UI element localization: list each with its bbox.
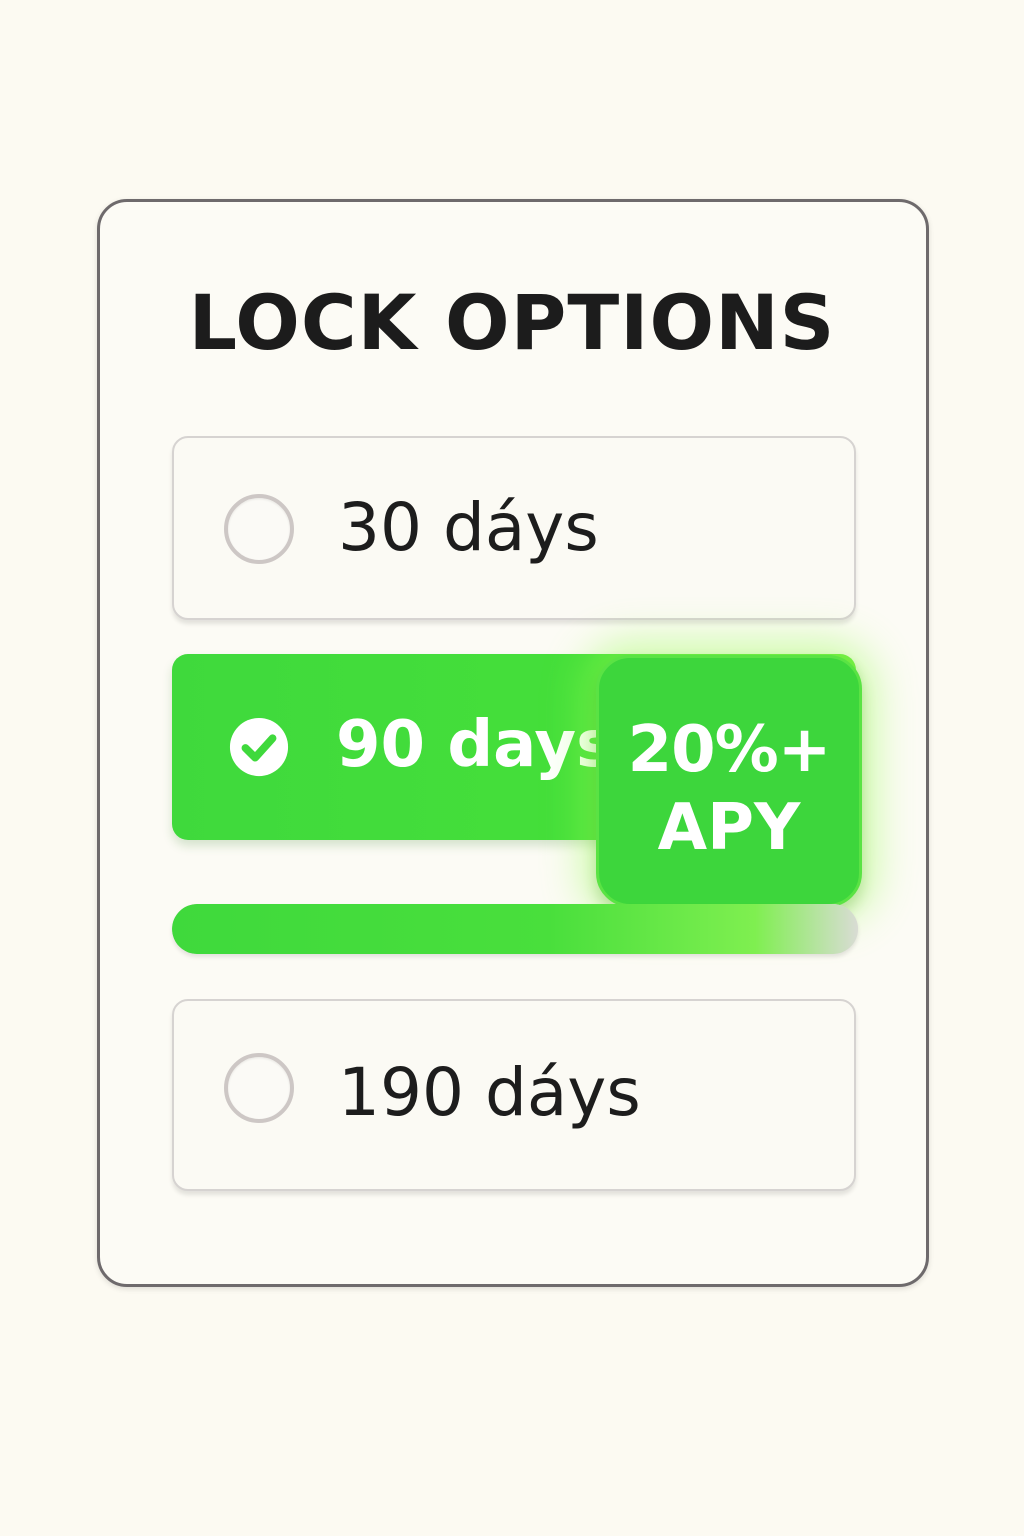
option-label: 90 days xyxy=(336,708,615,782)
apy-value: 20%+ xyxy=(627,713,832,787)
radio-empty-icon[interactable] xyxy=(224,494,294,564)
lock-progress-bar xyxy=(172,904,858,954)
apy-unit: APY xyxy=(657,791,801,865)
check-circle-icon xyxy=(229,717,289,777)
option-190-days[interactable]: 190 dáys xyxy=(172,999,856,1191)
option-30-days[interactable]: 30 dáys xyxy=(172,436,856,620)
page-title: LOCK OPTIONS xyxy=(188,278,836,367)
lock-progress-fill xyxy=(172,904,858,954)
apy-badge: 20%+ APY xyxy=(596,655,862,907)
option-label: 190 dáys xyxy=(338,1054,641,1131)
option-label: 30 dáys xyxy=(338,489,599,566)
radio-empty-icon[interactable] xyxy=(224,1053,294,1123)
